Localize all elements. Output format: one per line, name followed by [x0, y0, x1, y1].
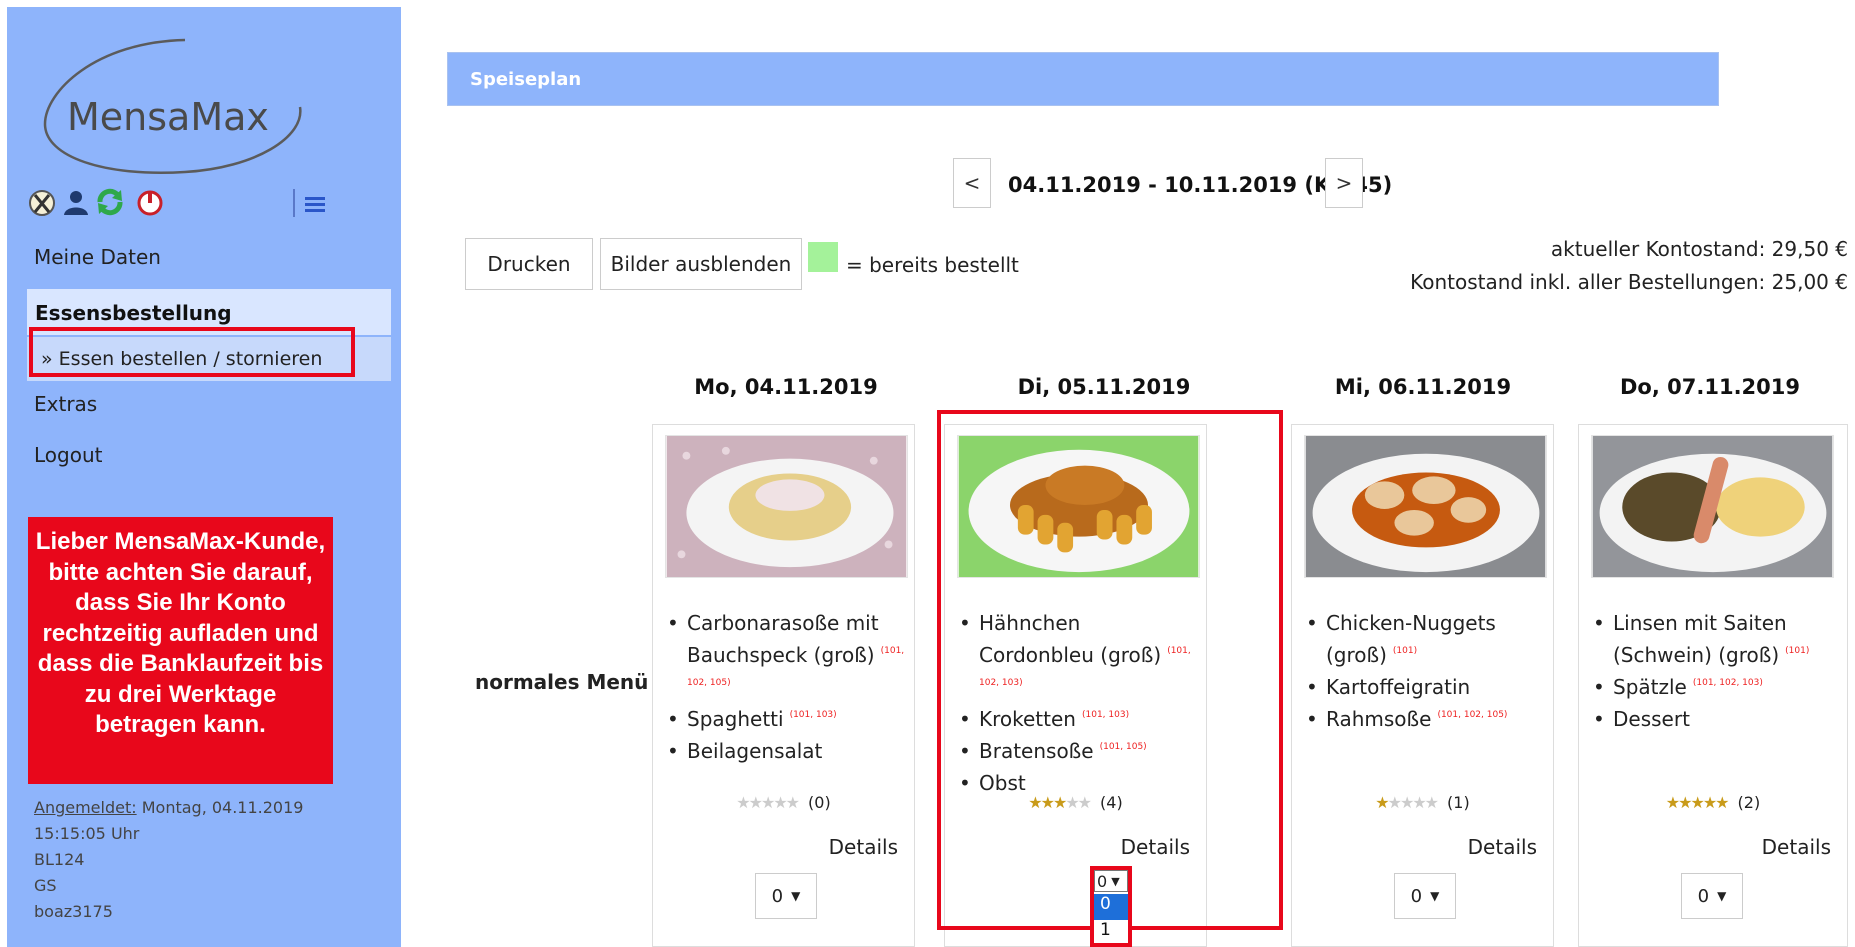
- dropdown-option-1[interactable]: 1: [1094, 920, 1128, 943]
- dropdown-option-0[interactable]: 0: [1094, 894, 1128, 920]
- nav-logout[interactable]: Logout: [34, 443, 102, 467]
- page-title: Speiseplan: [470, 69, 582, 90]
- balance-current: aktueller Kontostand: 29,50 €: [1550, 237, 1848, 261]
- dish-item: Spaghetti(101, 103): [667, 703, 907, 735]
- dish-photo-do[interactable]: [1591, 435, 1834, 578]
- login-user: boaz3175: [34, 902, 113, 921]
- dish-item: Carbonarasoße mit Bauchspeck (groß)(101,…: [667, 607, 907, 703]
- details-link-mo[interactable]: Details: [829, 835, 898, 859]
- nav-meine-daten[interactable]: Meine Daten: [34, 245, 161, 269]
- quantity-dropdown-di[interactable]: 0 ▼ 0 1: [1090, 866, 1132, 947]
- details-link-do[interactable]: Details: [1762, 835, 1831, 859]
- balance-incl-orders: Kontostand inkl. aller Bestellungen: 25,…: [1410, 270, 1848, 294]
- day-header-mi: Mi, 06.11.2019: [1334, 375, 1512, 399]
- app: MensaMax Meine Daten Essensbestellung » …: [0, 0, 1855, 947]
- dish-list-mo: Carbonarasoße mit Bauchspeck (groß)(101,…: [667, 607, 907, 767]
- highlight-box-day: [937, 410, 1283, 930]
- dish-photo-mo[interactable]: [665, 435, 908, 578]
- day-header-di: Di, 05.11.2019: [1017, 375, 1191, 399]
- login-line4: GS: [34, 876, 57, 895]
- refresh-icon[interactable]: [95, 187, 125, 217]
- details-link-mi[interactable]: Details: [1468, 835, 1537, 859]
- power-icon[interactable]: [135, 187, 165, 217]
- login-label: Angemeldet:: [34, 798, 137, 817]
- next-week-button[interactable]: >: [1325, 158, 1363, 208]
- login-info: Angemeldet: Montag, 04.11.2019 15:15:05 …: [34, 795, 303, 925]
- login-line3: BL124: [34, 850, 85, 869]
- ordered-legend-swatch: [808, 242, 838, 272]
- dish-item: Rahmsoße(101, 102, 105): [1306, 703, 1546, 735]
- page-header: Speiseplan: [447, 52, 1719, 106]
- quantity-select-do[interactable]: 0 ▼: [1681, 873, 1743, 919]
- prev-week-button[interactable]: <: [953, 158, 991, 208]
- logo-text: MensaMax: [67, 95, 269, 139]
- login-date: Montag, 04.11.2019: [141, 798, 304, 817]
- quantity-select-mo[interactable]: 0 ▼: [755, 873, 817, 919]
- dish-item: Dessert: [1593, 703, 1833, 735]
- hide-images-button[interactable]: Bilder ausblenden: [600, 238, 802, 290]
- menu-row-label: normales Menü: [475, 670, 649, 694]
- print-button[interactable]: Drucken: [465, 238, 593, 290]
- icon-bar: [27, 185, 407, 221]
- dish-photo-mi[interactable]: [1304, 435, 1547, 578]
- nav-essensbestellung-label: Essensbestellung: [35, 301, 232, 325]
- day-header-do: Do, 07.11.2019: [1620, 375, 1800, 399]
- mensamax-logo[interactable]: MensaMax: [35, 32, 335, 182]
- menu-icon[interactable]: [293, 189, 327, 217]
- dish-item: Kartoffeigratin: [1306, 671, 1546, 703]
- rating-mo[interactable]: ★★★★★ (0): [653, 793, 914, 812]
- menu-card-mi: Chicken-Nuggets (groß)(101) Kartoffeigra…: [1291, 424, 1554, 947]
- dish-item: Linsen mit Saiten (Schwein) (groß)(101): [1593, 607, 1833, 671]
- dish-item: Chicken-Nuggets (groß)(101): [1306, 607, 1546, 671]
- account-notice: Lieber MensaMax-Kunde, bitte achten Sie …: [28, 517, 333, 784]
- day-header-mo: Mo, 04.11.2019: [694, 375, 878, 399]
- dish-item: Spätzle(101, 102, 103): [1593, 671, 1833, 703]
- user-icon[interactable]: [61, 187, 91, 217]
- rating-mi[interactable]: ★★★★★ (1): [1292, 793, 1553, 812]
- dish-item: Beilagensalat: [667, 735, 907, 767]
- quantity-select-mi[interactable]: 0 ▼: [1394, 873, 1456, 919]
- ordered-legend-text: = bereits bestellt: [846, 253, 1019, 277]
- login-time: 15:15:05 Uhr: [34, 824, 140, 843]
- dish-list-do: Linsen mit Saiten (Schwein) (groß)(101) …: [1593, 607, 1833, 735]
- dish-list-mi: Chicken-Nuggets (groß)(101) Kartoffeigra…: [1306, 607, 1546, 735]
- cutlery-icon[interactable]: [27, 187, 57, 217]
- rating-do[interactable]: ★★★★★ (2): [1579, 793, 1847, 812]
- menu-card-mo: Carbonarasoße mit Bauchspeck (groß)(101,…: [652, 424, 915, 947]
- menu-card-do: Linsen mit Saiten (Schwein) (groß)(101) …: [1578, 424, 1848, 947]
- highlight-box-nav: [29, 327, 355, 377]
- dropdown-selected[interactable]: 0 ▼: [1094, 870, 1128, 892]
- nav-extras[interactable]: Extras: [34, 392, 97, 416]
- sidebar: MensaMax Meine Daten Essensbestellung » …: [7, 7, 401, 947]
